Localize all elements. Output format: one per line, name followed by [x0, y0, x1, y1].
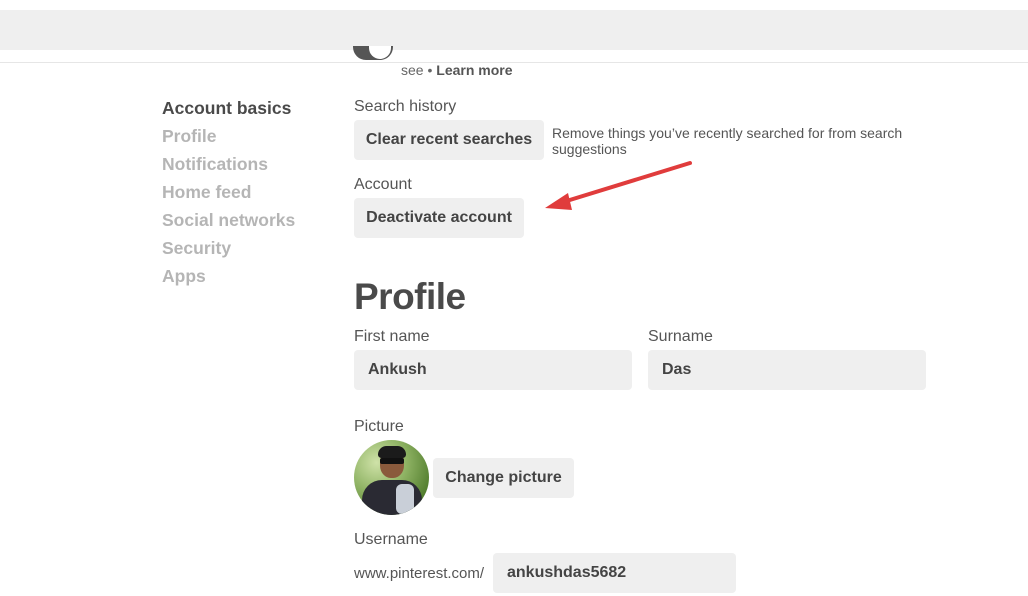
avatar	[354, 440, 429, 515]
separator: •	[427, 62, 433, 78]
account-label: Account	[354, 176, 412, 193]
arrow-head	[545, 193, 572, 210]
search-history-label: Search history	[354, 98, 457, 115]
header-divider	[0, 62, 1028, 63]
clear-recent-searches-button[interactable]: Clear recent searches	[354, 120, 544, 160]
username-url-prefix: www.pinterest.com/	[354, 565, 485, 582]
setting-description-partial: see • Learn more	[401, 62, 513, 78]
avatar-hair	[378, 446, 406, 458]
top-navigation-bar	[0, 10, 1028, 50]
sidebar-item-apps[interactable]: Apps	[162, 265, 295, 293]
settings-sidebar: Account basics Profile Notifications Hom…	[162, 97, 295, 293]
setting-toggle[interactable]	[353, 46, 393, 74]
avatar-shirt	[396, 484, 414, 514]
username-input[interactable]: ankushdas5682	[493, 553, 736, 593]
sidebar-item-security[interactable]: Security	[162, 237, 295, 265]
surname-label: Surname	[648, 328, 713, 345]
sidebar-item-profile[interactable]: Profile	[162, 125, 295, 153]
first-name-label: First name	[354, 328, 430, 345]
annotation-arrow	[545, 161, 692, 210]
description-text: see	[401, 62, 424, 78]
sidebar-item-home-feed[interactable]: Home feed	[162, 181, 295, 209]
sidebar-item-account-basics[interactable]: Account basics	[162, 97, 295, 125]
profile-heading: Profile	[354, 276, 466, 317]
arrow-shaft	[558, 161, 692, 205]
surname-input[interactable]: Das	[648, 350, 926, 390]
first-name-input[interactable]: Ankush	[354, 350, 632, 390]
deactivate-account-button[interactable]: Deactivate account	[354, 198, 524, 238]
sidebar-item-notifications[interactable]: Notifications	[162, 153, 295, 181]
avatar-sunglasses	[380, 458, 404, 464]
picture-label: Picture	[354, 418, 404, 435]
sidebar-item-social-networks[interactable]: Social networks	[162, 209, 295, 237]
learn-more-link[interactable]: Learn more	[436, 62, 512, 78]
username-label: Username	[354, 531, 428, 548]
search-history-description: Remove things you’ve recently searched f…	[552, 125, 903, 157]
change-picture-button[interactable]: Change picture	[433, 458, 574, 498]
